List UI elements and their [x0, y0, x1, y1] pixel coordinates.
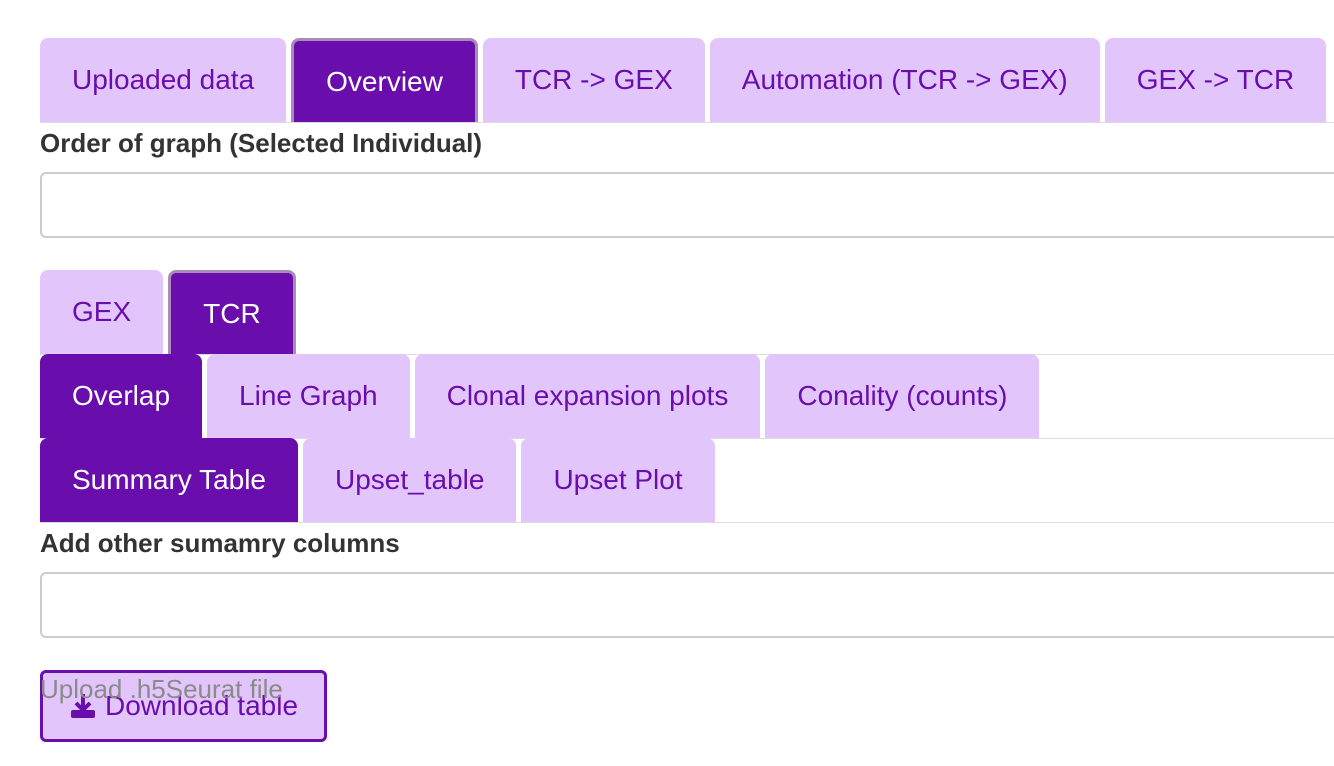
tab-overview[interactable]: Overview [291, 38, 478, 122]
tab-automation-tcr-to-gex[interactable]: Automation (TCR -> GEX) [709, 38, 1100, 122]
tab-overlap[interactable]: Overlap [40, 354, 203, 438]
table-tabs: Summary Table Upset_table Upset Plot [40, 438, 1334, 523]
tab-gex[interactable]: GEX [40, 270, 164, 354]
summary-columns-label: Add other sumamry columns [40, 528, 400, 558]
download-table-label: Download table [105, 690, 299, 721]
tab-clonal-expansion-plots[interactable]: Clonal expansion plots [414, 354, 761, 438]
tab-tcr-to-gex[interactable]: TCR -> GEX [482, 38, 705, 122]
order-graph-label: Order of graph (Selected Individual) [40, 128, 483, 158]
page: Uploaded data Overview TCR -> GEX Automa… [0, 0, 1334, 766]
tab-summary-table[interactable]: Summary Table [40, 438, 299, 522]
tab-gex-to-tcr[interactable]: GEX -> TCR [1104, 38, 1327, 122]
tab-conality-counts[interactable]: Conality (counts) [765, 354, 1040, 438]
download-table-button[interactable]: Download table [40, 670, 327, 742]
tab-line-graph[interactable]: Line Graph [207, 354, 410, 438]
order-graph-input[interactable] [40, 172, 1334, 238]
top-tabs: Uploaded data Overview TCR -> GEX Automa… [40, 38, 1334, 123]
tab-upset-plot[interactable]: Upset Plot [521, 438, 715, 522]
data-type-tabs: GEX TCR [40, 270, 1334, 355]
plot-tabs: Overlap Line Graph Clonal expansion plot… [40, 354, 1334, 439]
tab-upset-table[interactable]: Upset_table [303, 438, 517, 522]
summary-columns-input[interactable] [40, 572, 1334, 638]
download-icon [69, 692, 97, 720]
tab-tcr[interactable]: TCR [168, 270, 296, 354]
tab-uploaded-data[interactable]: Uploaded data [40, 38, 287, 122]
